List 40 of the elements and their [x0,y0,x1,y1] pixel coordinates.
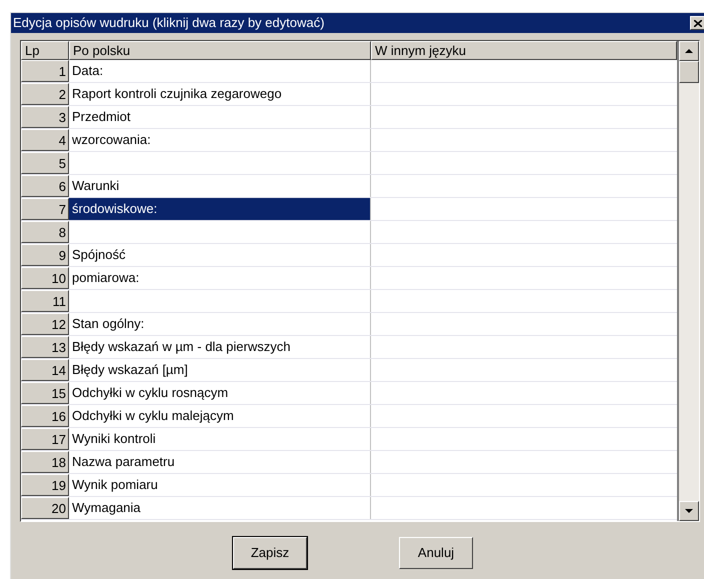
table-cell[interactable]: Warunki [69,175,371,197]
scrollbar[interactable] [679,41,699,521]
row-number: 15 [21,382,69,404]
row-number: 1 [21,60,69,82]
row-number: 9 [21,244,69,266]
row-number: 10 [21,267,69,289]
column-header[interactable]: Po polsku [69,41,371,60]
scroll-down-button[interactable] [679,501,699,521]
row-number: 19 [21,474,69,496]
up-arrow-icon [685,49,693,53]
row-number: 17 [21,428,69,450]
row-number: 2 [21,83,69,105]
row-number: 4 [21,129,69,151]
close-icon [694,20,702,26]
row-number: 20 [21,497,69,519]
row-number: 3 [21,106,69,128]
table-cell[interactable]: Wymagania [69,497,371,519]
window-title: Edycja opisów wudruku (kliknij dwa razy by edytować) [13,14,324,32]
table-cell[interactable]: środowiskowe: [69,198,371,220]
column-header[interactable]: W innym języku [371,41,677,60]
dialog-button[interactable]: Anuluj [399,537,473,569]
row-number: 12 [21,313,69,335]
table-cell[interactable]: wzorcowania: [69,129,371,151]
table-cell[interactable]: Wynik pomiaru [69,474,371,496]
row-number: 14 [21,359,69,381]
row-number: 7 [21,198,69,220]
close-button[interactable] [690,16,704,30]
row-number: 16 [21,405,69,427]
column-header[interactable]: Lp [21,41,69,60]
dialog-button[interactable]: Zapisz [233,537,307,569]
row-number: 8 [21,221,69,243]
row-number: 11 [21,290,69,312]
table-cell[interactable]: Wyniki kontroli [69,428,371,450]
scroll-up-button[interactable] [679,41,699,61]
down-arrow-icon [685,509,693,513]
row-number: 18 [21,451,69,473]
scroll-thumb[interactable] [679,61,699,83]
row-number: 6 [21,175,69,197]
row-number: 13 [21,336,69,358]
row-number: 5 [21,152,69,174]
